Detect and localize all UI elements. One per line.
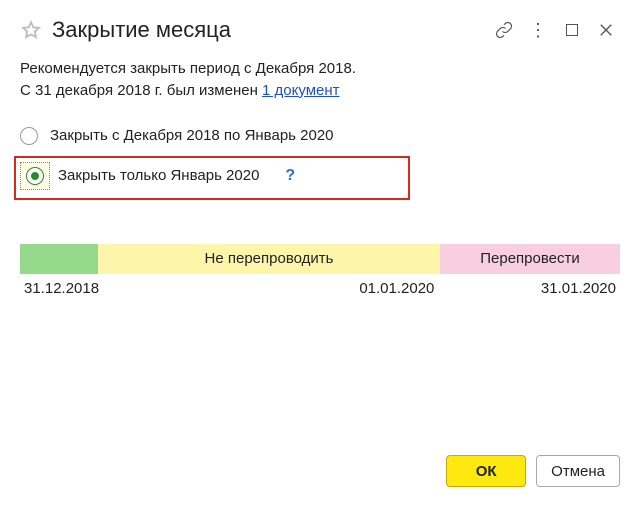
option-close-only[interactable]: Закрыть только Январь 2020 ? [20,160,620,192]
documents-link[interactable]: 1 документ [262,82,339,99]
cancel-button[interactable]: Отмена [536,455,620,487]
dialog-footer: ОК Отмена [446,455,620,487]
help-icon[interactable]: ? [285,167,295,185]
timeline-segment-closed [20,244,98,274]
close-icon[interactable] [592,16,620,44]
timeline-segment-no-repost: Не перепроводить [98,244,440,274]
favorite-star-icon[interactable] [20,19,42,41]
timeline-date-mid: 01.01.2020 [101,280,438,297]
header: Закрытие месяца ⋮ [20,16,620,44]
recommendation-text: Рекомендуется закрыть период с Декабря 2… [20,58,620,102]
option-close-range[interactable]: Закрыть с Декабря 2018 по Январь 2020 [20,120,620,152]
dialog-window: Закрытие месяца ⋮ Рекомендуется закрыть … [0,0,640,507]
timeline: Не перепроводить Перепровести 31.12.2018… [20,244,620,297]
option-close-range-label: Закрыть с Декабря 2018 по Январь 2020 [50,127,334,144]
radio-icon [26,167,44,185]
maximize-icon[interactable] [558,16,586,44]
timeline-date-start: 31.12.2018 [24,280,101,297]
recommendation-line2: С 31 декабря 2018 г. был изменен 1 докум… [20,80,620,102]
timeline-dates: 31.12.2018 01.01.2020 31.01.2020 [20,280,620,297]
option-close-only-label: Закрыть только Январь 2020 [58,167,259,184]
timeline-date-end: 31.01.2020 [438,280,616,297]
selected-radio-wrapper [20,162,50,190]
kebab-menu-icon[interactable]: ⋮ [524,16,552,44]
link-icon[interactable] [490,16,518,44]
ok-button[interactable]: ОК [446,455,526,487]
timeline-segment-repost: Перепровести [440,244,620,274]
close-period-options: Закрыть с Декабря 2018 по Январь 2020 За… [20,120,620,192]
recommendation-line1: Рекомендуется закрыть период с Декабря 2… [20,58,620,80]
radio-icon [20,127,38,145]
dialog-title: Закрытие месяца [52,17,484,43]
timeline-bar: Не перепроводить Перепровести [20,244,620,274]
